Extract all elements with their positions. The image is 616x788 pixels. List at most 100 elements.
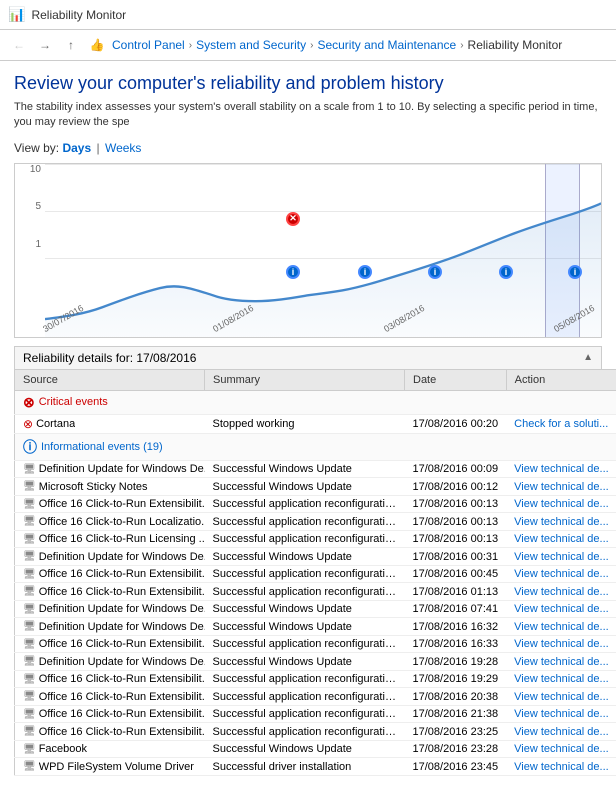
cell-date: 17/08/2016 19:29 [405,670,507,688]
cell-summary: Successful Windows Update [205,460,405,478]
cell-action[interactable]: View technical de... [506,758,616,776]
cell-source: 🖥Definition Update for Windows De... [15,618,205,636]
cell-summary: Successful application reconfiguration [205,688,405,706]
table-row[interactable]: 🖥Office 16 Click-to-Run Extensibilit... … [15,723,616,741]
table-row[interactable]: 🖥Definition Update for Windows De... Suc… [15,653,616,671]
cell-source: 🖥Definition Update for Windows De... [15,600,205,618]
cell-date: 17/08/2016 00:13 [405,513,507,531]
critical-section-header: ⊗ Critical events [15,390,616,414]
critical-section-label: ⊗ Critical events [15,390,616,414]
view-by: View by: Days | Weeks [14,141,602,155]
details-toggle[interactable]: ▲ [583,352,593,363]
cell-action[interactable]: View technical de... [506,565,616,583]
table-row[interactable]: 🖥Office 16 Click-to-Run Extensibilit... … [15,565,616,583]
cell-action[interactable]: View technical de... [506,600,616,618]
cell-date: 17/08/2016 16:33 [405,635,507,653]
table-row[interactable]: 🖥WPD FileSystem Volume Driver Successful… [15,758,616,776]
details-header: Reliability details for: 17/08/2016 ▲ [14,346,602,369]
details-table: Source Summary Date Action ⊗ Critical ev… [14,369,616,776]
table-row[interactable]: 🖥Office 16 Click-to-Run Licensing ... Su… [15,530,616,548]
cell-source: 🖥Office 16 Click-to-Run Extensibilit... [15,705,205,723]
table-row[interactable]: 🖥Definition Update for Windows De... Suc… [15,460,616,478]
cell-action[interactable]: View technical de... [506,705,616,723]
y-axis: 10 5 1 [15,164,45,307]
cell-action[interactable]: View technical de... [506,495,616,513]
table-row[interactable]: 🖥Definition Update for Windows De... Suc… [15,600,616,618]
view-by-weeks[interactable]: Weeks [105,141,141,155]
view-by-label: View by: [14,141,62,155]
view-by-days[interactable]: Days [62,141,91,155]
cell-summary: Successful application reconfiguration [205,565,405,583]
y-label-1: 1 [35,239,41,250]
cell-action[interactable]: View technical de... [506,670,616,688]
cell-summary: Successful Windows Update [205,740,405,758]
table-row[interactable]: 🖥Office 16 Click-to-Run Extensibilit... … [15,705,616,723]
info-event-dot-4[interactable]: i [499,265,513,279]
cell-date: 17/08/2016 23:28 [405,740,507,758]
cell-date: 17/08/2016 00:12 [405,478,507,496]
up-button[interactable]: ↑ [60,34,82,56]
cell-date: 17/08/2016 00:45 [405,565,507,583]
cell-action[interactable]: View technical de... [506,653,616,671]
cell-source: 🖥Office 16 Click-to-Run Extensibilit... [15,723,205,741]
cell-action[interactable]: View technical de... [506,530,616,548]
cell-action[interactable]: Check for a soluti... [506,414,616,433]
cell-source: 🖥Definition Update for Windows De... [15,460,205,478]
breadcrumb-security-maintenance[interactable]: Security and Maintenance [317,38,456,52]
cell-action[interactable]: View technical de... [506,618,616,636]
cell-summary: Successful application reconfiguration [205,530,405,548]
cell-action[interactable]: View technical de... [506,583,616,601]
cell-action[interactable]: View technical de... [506,635,616,653]
col-date: Date [405,369,507,390]
y-label-10: 10 [30,164,41,175]
app-icon: 📊 [8,6,25,23]
title-bar-text: Reliability Monitor [31,8,126,22]
table-row[interactable]: 🖥Facebook Successful Windows Update 17/0… [15,740,616,758]
x-label-2: 01/08/2016 [211,303,255,334]
cell-source: 🖥Office 16 Click-to-Run Extensibilit... [15,583,205,601]
critical-event-dot[interactable]: ✕ [286,212,300,226]
col-summary: Summary [205,369,405,390]
cell-summary: Successful Windows Update [205,600,405,618]
cell-date: 17/08/2016 00:31 [405,548,507,566]
table-row[interactable]: 🖥Office 16 Click-to-Run Localizatio... S… [15,513,616,531]
table-row[interactable]: 🖥Office 16 Click-to-Run Extensibilit... … [15,635,616,653]
breadcrumb-system-security[interactable]: System and Security [196,38,306,52]
info-section-header: ⓘ Informational events (19) [15,433,616,460]
table-row[interactable]: 🖥Definition Update for Windows De... Suc… [15,618,616,636]
refresh-button[interactable]: 👍 [86,34,108,56]
table-row[interactable]: 🖥Office 16 Click-to-Run Extensibilit... … [15,688,616,706]
back-button[interactable]: ← [8,34,30,56]
cell-action[interactable]: View technical de... [506,688,616,706]
info-event-dot-5[interactable]: i [568,265,582,279]
reliability-chart[interactable]: 10 5 1 ✕ [14,163,602,338]
cell-action[interactable]: View technical de... [506,478,616,496]
info-event-dot-2[interactable]: i [358,265,372,279]
table-row[interactable]: 🖥Office 16 Click-to-Run Extensibilit... … [15,495,616,513]
x-label-4: 05/08/2016 [552,303,596,334]
table-row[interactable]: 🖥Definition Update for Windows De... Suc… [15,548,616,566]
cell-action[interactable]: View technical de... [506,513,616,531]
table-row[interactable]: 🖥Microsoft Sticky Notes Successful Windo… [15,478,616,496]
cell-action[interactable]: View technical de... [506,723,616,741]
table-header-row: Source Summary Date Action [15,369,616,390]
x-label-1: 30/07/2016 [41,303,85,334]
cell-action[interactable]: View technical de... [506,740,616,758]
breadcrumb-reliability-monitor: Reliability Monitor [468,38,563,52]
cell-source: 🖥Facebook [15,740,205,758]
details-header-label: Reliability details for: 17/08/2016 [23,351,196,365]
cell-action[interactable]: View technical de... [506,460,616,478]
info-event-dot-1[interactable]: i [286,265,300,279]
page-title: Review your computer's reliability and p… [14,73,602,94]
forward-button[interactable]: → [34,34,56,56]
cell-date: 17/08/2016 23:25 [405,723,507,741]
x-label-3: 03/08/2016 [382,303,426,334]
table-row[interactable]: ⊗Cortana Stopped working 17/08/2016 00:2… [15,414,616,433]
cell-source: 🖥Office 16 Click-to-Run Localizatio... [15,513,205,531]
table-row[interactable]: 🖥Office 16 Click-to-Run Extensibilit... … [15,670,616,688]
info-event-dot-3[interactable]: i [428,265,442,279]
table-row[interactable]: 🖥Office 16 Click-to-Run Extensibilit... … [15,583,616,601]
cell-action[interactable]: View technical de... [506,548,616,566]
cell-source: 🖥Office 16 Click-to-Run Licensing ... [15,530,205,548]
breadcrumb-control-panel[interactable]: Control Panel [112,38,185,52]
